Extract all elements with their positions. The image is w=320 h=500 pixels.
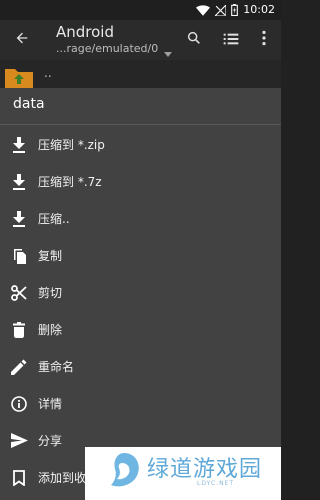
menu-item-label: 重命名 [38, 360, 75, 374]
search-button[interactable] [184, 30, 204, 50]
menu-item-label: 添加到收 [38, 471, 87, 485]
parent-dir-label: .. [44, 66, 52, 80]
context-menu-sheet: data 压缩到 *.zip 压缩到 *.7z 压缩.. 复制 剪切 删除 重命… [0, 88, 281, 500]
menu-item-rename[interactable]: 重命名 [0, 348, 281, 385]
scissors-icon [10, 284, 28, 302]
menu-item-compress[interactable]: 压缩.. [0, 200, 281, 237]
info-icon [10, 395, 28, 413]
app-bar: Android ...rage/emulated/0 [0, 20, 281, 60]
menu-item-compress-7z[interactable]: 压缩到 *.7z [0, 163, 281, 200]
menu-item-label: 详情 [38, 397, 63, 411]
wifi-icon [196, 4, 211, 16]
status-icons: 10:02 [196, 2, 275, 18]
list-view-button[interactable] [221, 30, 241, 50]
download-icon [10, 173, 28, 191]
overflow-menu-icon [261, 30, 267, 50]
watermark-url: LDYC.NET [197, 480, 235, 487]
send-icon [10, 432, 28, 450]
status-time: 10:02 [243, 3, 275, 16]
download-icon [10, 210, 28, 228]
back-arrow-icon [14, 30, 30, 50]
sheet-title: data [13, 96, 45, 112]
status-bar: 10:02 [0, 0, 281, 20]
menu-item-label: 复制 [38, 249, 63, 263]
menu-item-label: 剪切 [38, 286, 63, 300]
back-button[interactable] [10, 28, 34, 52]
menu-item-delete[interactable]: 删除 [0, 311, 281, 348]
page-title: Android [56, 23, 114, 41]
list-item[interactable]: .. [0, 60, 281, 90]
watermark-logo-icon [105, 451, 143, 495]
pencil-icon [10, 358, 28, 376]
copy-icon [10, 247, 28, 265]
menu-item-details[interactable]: 详情 [0, 385, 281, 422]
menu-item-label: 分享 [38, 434, 63, 448]
search-icon [186, 30, 202, 50]
signal-off-icon [215, 4, 227, 16]
battery-icon [231, 4, 239, 16]
menu-item-label: 压缩到 *.7z [38, 175, 102, 189]
bookmark-icon [10, 469, 28, 487]
list-view-icon [223, 31, 239, 50]
trash-icon [10, 321, 28, 339]
menu-item-label: 删除 [38, 323, 63, 337]
overflow-menu-button[interactable] [254, 30, 274, 50]
menu-item-compress-zip[interactable]: 压缩到 *.zip [0, 126, 281, 163]
sheet-divider [0, 124, 281, 125]
menu-item-copy[interactable]: 复制 [0, 237, 281, 274]
watermark: 绿道游戏园 LDYC.NET [85, 447, 281, 500]
watermark-text: 绿道游戏园 [147, 457, 263, 482]
download-icon [10, 136, 28, 154]
menu-item-cut[interactable]: 剪切 [0, 274, 281, 311]
path-dropdown-icon [164, 52, 172, 57]
menu-item-label: 压缩.. [38, 212, 70, 226]
path-selector[interactable]: ...rage/emulated/0 [56, 42, 158, 55]
menu-item-label: 压缩到 *.zip [38, 138, 105, 152]
